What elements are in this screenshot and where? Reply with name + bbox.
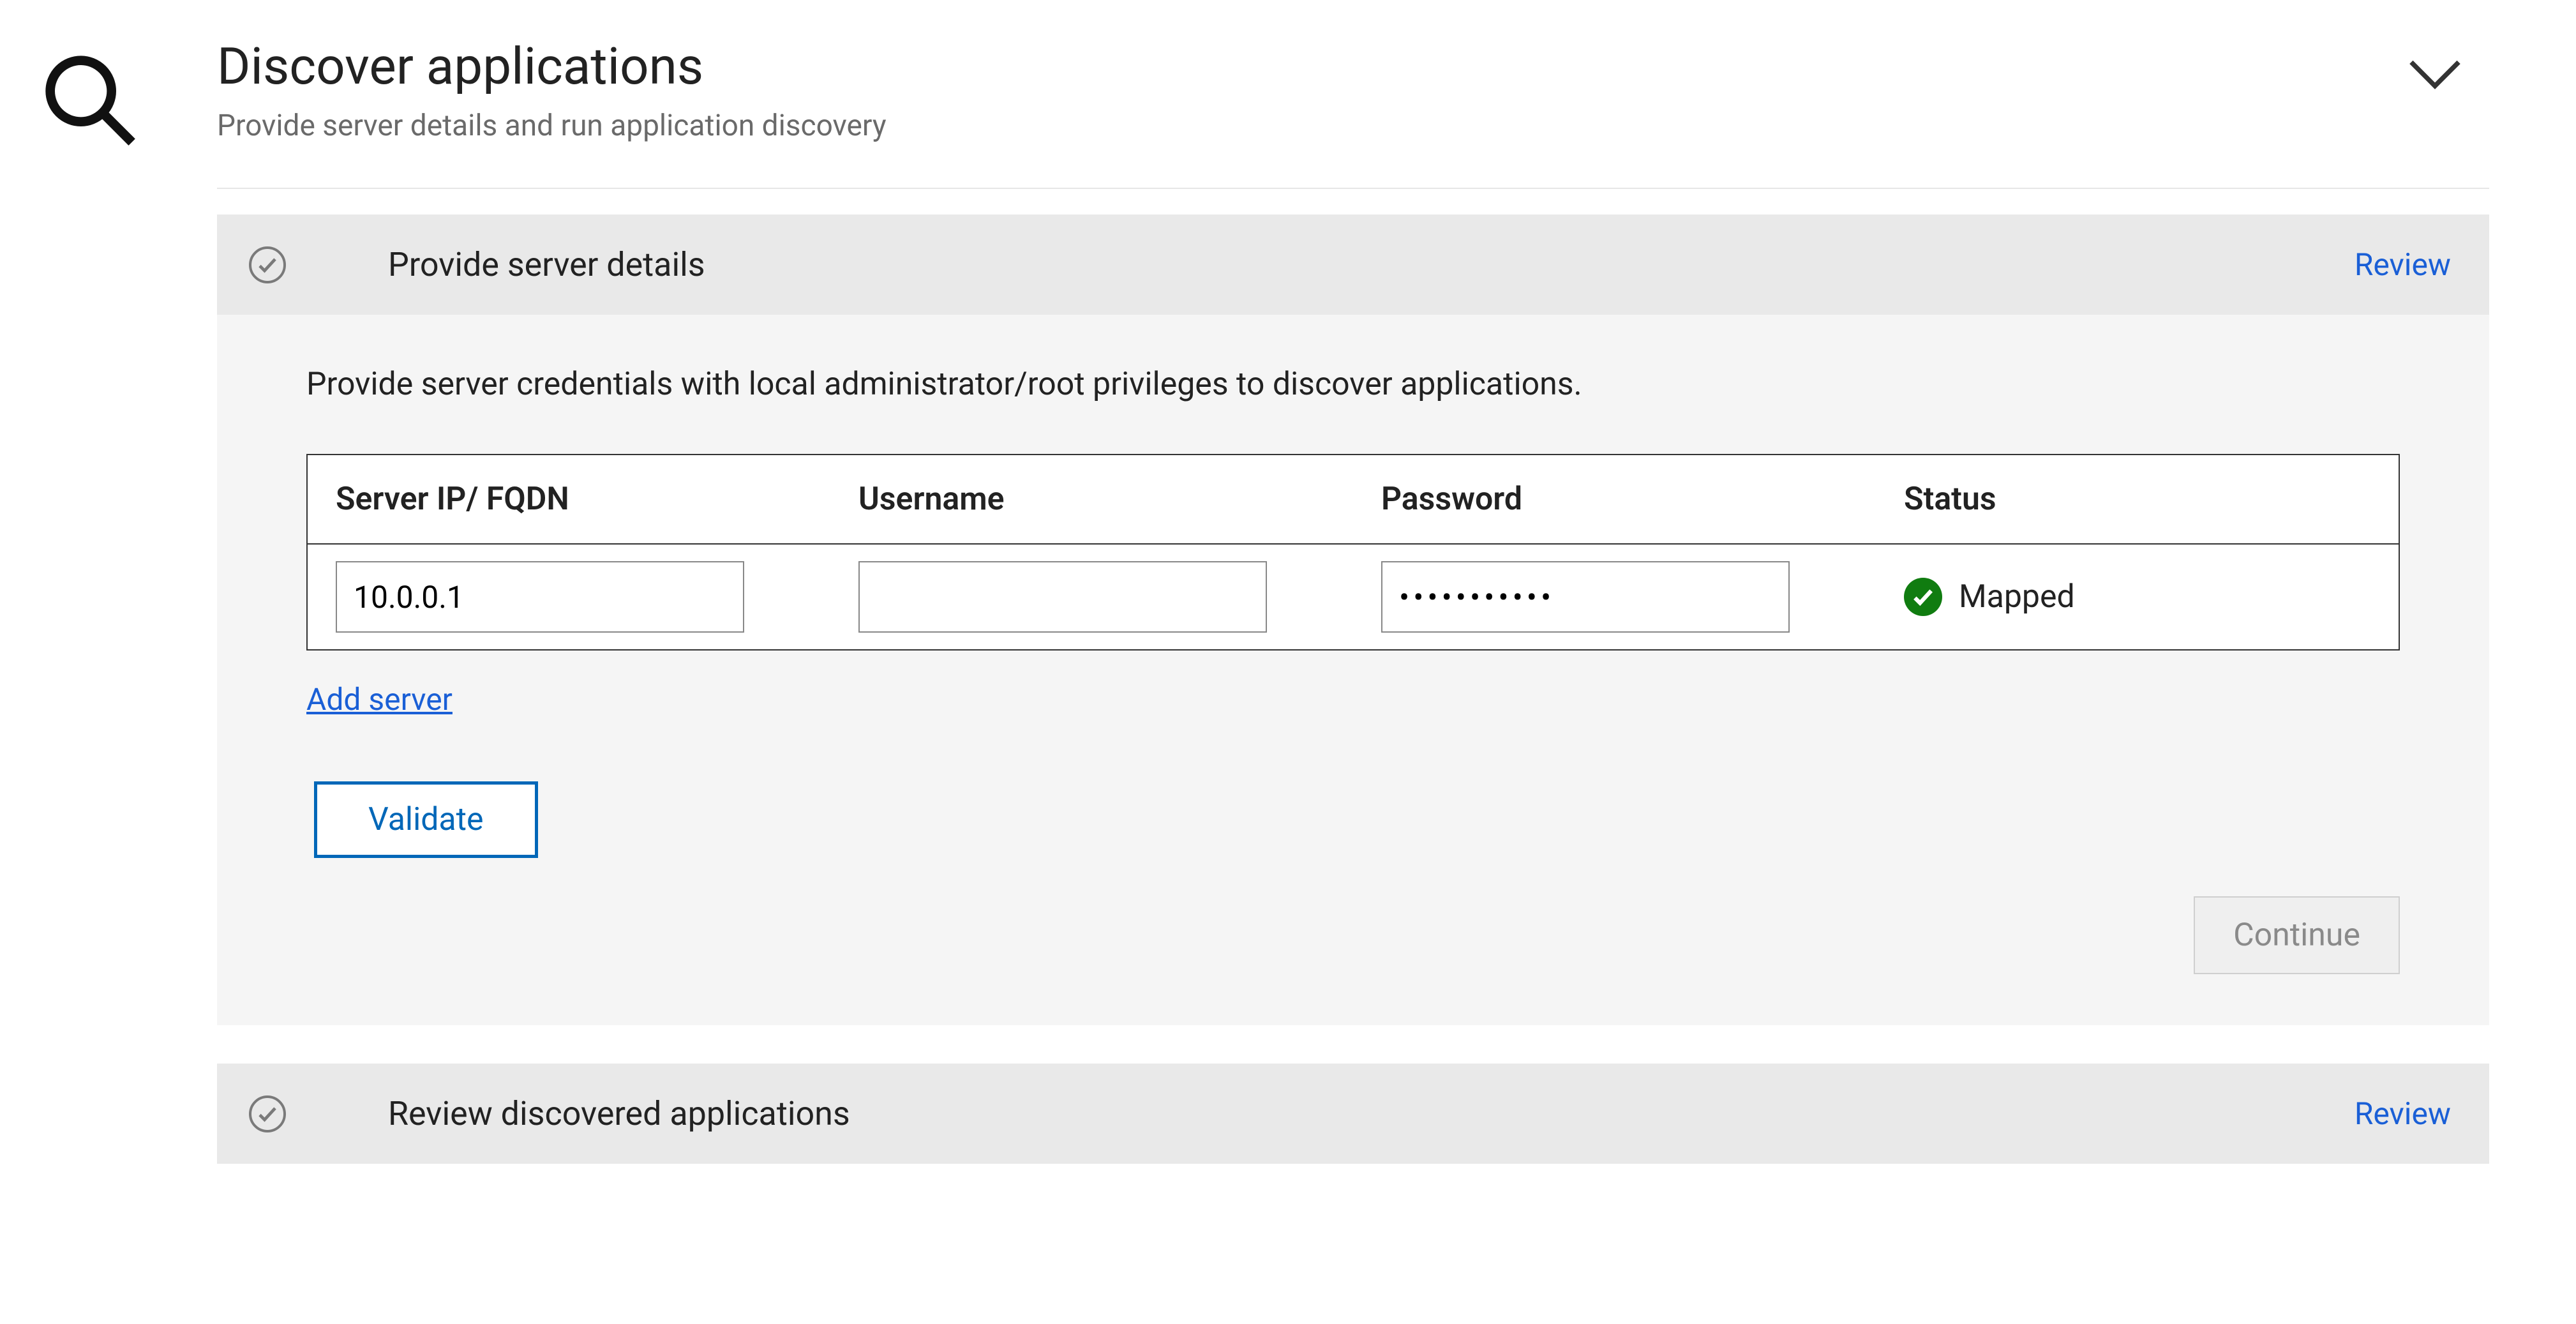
add-server-link[interactable]: Add server: [306, 681, 453, 718]
server-table: Server IP/ FQDN Username Password Status: [306, 454, 2400, 651]
divider: [217, 188, 2489, 189]
checkmark-circle-icon: [249, 246, 286, 283]
continue-button[interactable]: Continue: [2194, 896, 2400, 974]
instructions-text: Provide server credentials with local ad…: [306, 366, 2400, 403]
col-header-username: Username: [830, 455, 1353, 545]
status-text: Mapped: [1959, 578, 2075, 615]
search-icon: [38, 38, 217, 1164]
section-review-discovered-applications: Review discovered applications Review: [217, 1064, 2489, 1164]
section-header: Provide server details Review: [217, 214, 2489, 315]
page-subtitle: Provide server details and run applicati…: [217, 109, 887, 143]
col-header-status: Status: [1876, 455, 2399, 545]
username-field[interactable]: [858, 561, 1267, 633]
page-title: Discover applications: [217, 38, 887, 94]
success-check-icon: [1904, 578, 1942, 616]
section-header: Review discovered applications Review: [217, 1064, 2489, 1164]
review-link[interactable]: Review: [2355, 246, 2451, 283]
col-header-server: Server IP/ FQDN: [308, 455, 830, 545]
review-link[interactable]: Review: [2355, 1095, 2451, 1132]
section-provide-server-details: Provide server details Review Provide se…: [217, 214, 2489, 1025]
section-title: Review discovered applications: [388, 1094, 850, 1133]
chevron-down-icon[interactable]: [2406, 57, 2464, 93]
col-header-password: Password: [1353, 455, 1876, 545]
section-title: Provide server details: [388, 245, 705, 284]
table-row: Mapped: [308, 545, 2399, 649]
validate-button[interactable]: Validate: [314, 781, 538, 858]
checkmark-circle-icon: [249, 1095, 286, 1132]
password-field[interactable]: [1381, 561, 1790, 633]
server-ip-field[interactable]: [336, 561, 744, 633]
